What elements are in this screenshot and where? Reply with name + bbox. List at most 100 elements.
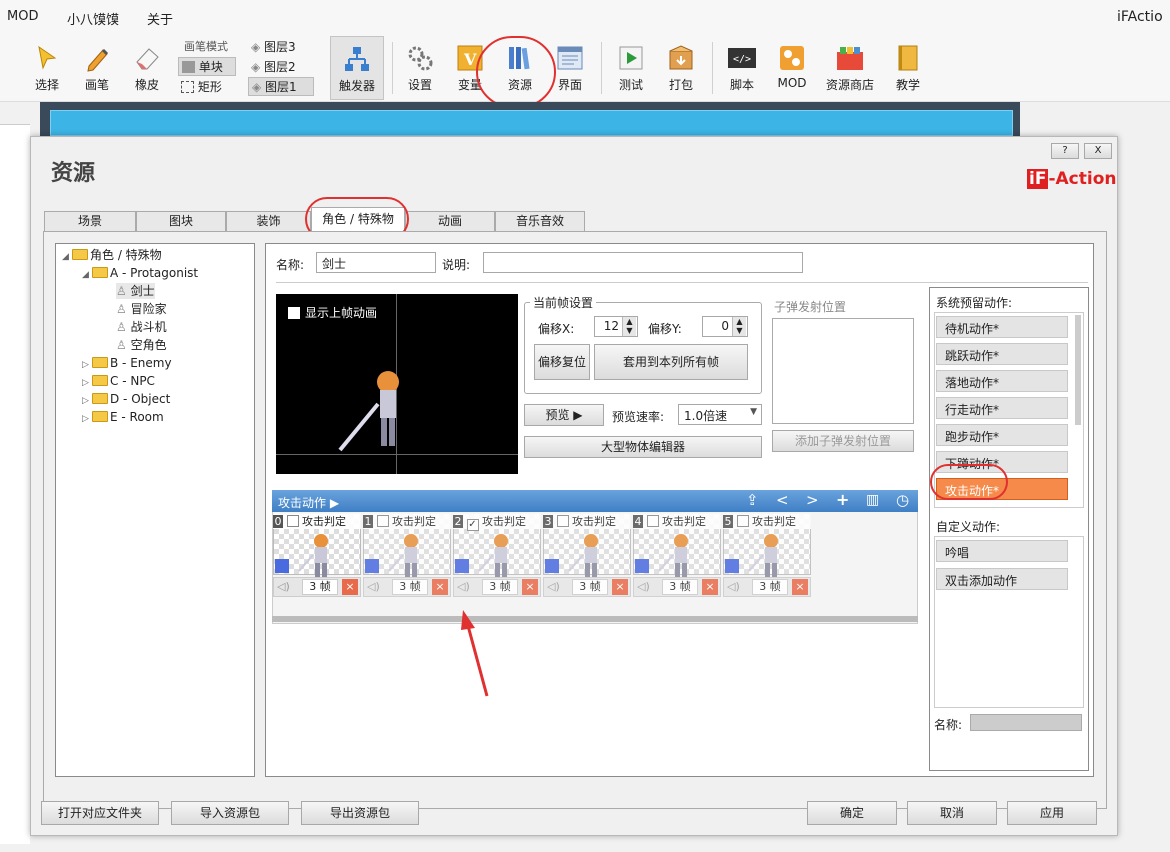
mod-button[interactable]: MOD xyxy=(774,44,810,90)
frame-duration[interactable]: 3 帧 xyxy=(392,579,428,595)
action-name-field[interactable] xyxy=(970,714,1082,731)
timeline-frame[interactable]: 1 攻击判定 ◁) 3 帧 × xyxy=(363,513,451,609)
sound-icon[interactable]: ◁) xyxy=(727,580,740,593)
tree-group-d[interactable]: ▷ D - Object xyxy=(82,391,170,409)
frame-duration[interactable]: 3 帧 xyxy=(482,579,518,595)
system-action-item[interactable]: 待机动作* xyxy=(936,316,1068,338)
delete-frame-icon[interactable]: × xyxy=(612,579,628,595)
timeline-scrollbar[interactable] xyxy=(272,616,918,622)
timeline-frame[interactable]: 4 攻击判定 ◁) 3 帧 × xyxy=(633,513,721,609)
frame-duration[interactable]: 3 帧 xyxy=(662,579,698,595)
delete-frame-icon[interactable]: × xyxy=(522,579,538,595)
store-button[interactable]: 资源商店 xyxy=(824,44,876,93)
rect-mode-button[interactable]: 矩形 xyxy=(178,78,236,96)
tab-tiles[interactable]: 图块 xyxy=(136,211,226,231)
close-button[interactable]: X xyxy=(1084,143,1112,159)
preview-play-button[interactable]: 预览 ▶ xyxy=(524,404,604,426)
teach-button[interactable]: 教学 xyxy=(890,44,926,93)
tree-item-swordsman[interactable]: ♙ 剑士 xyxy=(116,283,155,299)
frame-duration[interactable]: 3 帧 xyxy=(302,579,338,595)
sound-icon[interactable]: ◁) xyxy=(547,580,560,593)
trash-icon[interactable]: ▥ xyxy=(866,492,879,508)
sound-icon[interactable]: ◁) xyxy=(367,580,380,593)
apply-all-frames-button[interactable]: 套用到本列所有帧 xyxy=(594,344,748,380)
trigger-button[interactable]: 触发器 xyxy=(330,36,384,100)
delete-frame-icon[interactable]: × xyxy=(702,579,718,595)
frame-duration[interactable]: 3 帧 xyxy=(572,579,608,595)
bullet-position-list[interactable] xyxy=(772,318,914,424)
sound-icon[interactable]: ◁) xyxy=(637,580,650,593)
tab-audio[interactable]: 音乐音效 xyxy=(495,211,585,231)
menu-about[interactable]: 关于 xyxy=(147,9,173,28)
settings-button[interactable]: 设置 xyxy=(403,44,437,93)
delete-frame-icon[interactable]: × xyxy=(432,579,448,595)
eraser-tool-button[interactable]: 橡皮 xyxy=(130,44,164,93)
import-button[interactable]: 导入资源包 xyxy=(171,801,289,825)
hit-check-checkbox[interactable]: ✓ xyxy=(466,519,479,531)
tree-group-c[interactable]: ▷ C - NPC xyxy=(82,373,155,391)
ok-button[interactable]: 确定 xyxy=(807,801,897,825)
system-action-item[interactable]: 行走动作* xyxy=(936,397,1068,419)
timeline-frame[interactable]: 5 攻击判定 ◁) 3 帧 × xyxy=(723,513,811,609)
select-tool-button[interactable]: 选择 xyxy=(30,44,64,93)
show-prev-frame-checkbox[interactable]: 显示上帧动画 xyxy=(288,304,377,321)
hit-check-checkbox[interactable] xyxy=(556,515,569,527)
tree-group-a[interactable]: ◢ A - Protagonist xyxy=(82,265,198,283)
tree-group-e[interactable]: ▷ E - Room xyxy=(82,409,164,427)
apply-button[interactable]: 应用 xyxy=(1007,801,1097,825)
prev-icon[interactable]: < xyxy=(776,491,789,509)
menu-mod[interactable]: MOD xyxy=(7,9,38,24)
export-icon[interactable]: ⇪ xyxy=(746,491,759,509)
ui-button[interactable]: 界面 xyxy=(553,44,587,93)
layer1-button[interactable]: ◈ 图层1 xyxy=(248,77,314,96)
tab-animation[interactable]: 动画 xyxy=(405,211,495,231)
test-button[interactable]: 测试 xyxy=(614,44,648,93)
layer2-button[interactable]: ◈ 图层2 xyxy=(248,58,314,75)
hit-check-checkbox[interactable] xyxy=(736,515,749,527)
name-field[interactable]: 剑士 xyxy=(316,252,436,273)
tab-decor[interactable]: 装饰 xyxy=(226,211,311,231)
desc-field[interactable] xyxy=(483,252,803,273)
timeline-frame[interactable]: 0 攻击判定 ◁) 3 帧 × xyxy=(273,513,361,609)
sound-icon[interactable]: ◁) xyxy=(457,580,470,593)
single-block-button[interactable]: 单块 xyxy=(178,57,236,76)
export-button[interactable]: 导出资源包 xyxy=(301,801,419,825)
layer3-button[interactable]: ◈ 图层3 xyxy=(248,38,314,55)
tab-scene[interactable]: 场景 xyxy=(44,211,136,231)
hit-check-checkbox[interactable] xyxy=(286,515,299,527)
next-icon[interactable]: > xyxy=(806,491,819,509)
brush-tool-button[interactable]: 画笔 xyxy=(80,44,114,93)
system-action-item[interactable]: 落地动作* xyxy=(936,370,1068,392)
cancel-button[interactable]: 取消 xyxy=(907,801,997,825)
delete-frame-icon[interactable]: × xyxy=(342,579,358,595)
timer-icon[interactable]: ◷ xyxy=(896,491,909,509)
scrollbar[interactable] xyxy=(1075,315,1081,425)
timeline-frame[interactable]: 2 ✓ 攻击判定 ◁) 3 帧 × xyxy=(453,513,541,609)
help-button[interactable]: ? xyxy=(1051,143,1079,159)
sound-icon[interactable]: ◁) xyxy=(277,580,290,593)
tree-root[interactable]: ◢ 角色 / 特殊物 xyxy=(62,247,162,265)
add-icon[interactable]: + xyxy=(836,490,849,509)
menu-xiaoba[interactable]: 小八馍馍 xyxy=(67,9,119,28)
delete-frame-icon[interactable]: × xyxy=(792,579,808,595)
hit-check-checkbox[interactable] xyxy=(646,515,659,527)
frame-duration[interactable]: 3 帧 xyxy=(752,579,788,595)
timeline-frame[interactable]: 3 攻击判定 ◁) 3 帧 × xyxy=(543,513,631,609)
add-action-hint[interactable]: 双击添加动作 xyxy=(936,568,1068,590)
pack-button[interactable]: 打包 xyxy=(664,44,698,93)
timeline-title[interactable]: 攻击动作 ▶ xyxy=(278,494,339,511)
big-object-editor-button[interactable]: 大型物体编辑器 xyxy=(524,436,762,458)
tree-item-adventurer[interactable]: ♙ 冒险家 xyxy=(116,301,167,317)
script-button[interactable]: </> 脚本 xyxy=(724,44,760,93)
speed-select[interactable]: 1.0倍速 ▼ xyxy=(678,404,762,425)
offset-reset-button[interactable]: 偏移复位 xyxy=(534,344,590,380)
system-action-item[interactable]: 跳跃动作* xyxy=(936,343,1068,365)
system-action-item[interactable]: 跑步动作* xyxy=(936,424,1068,446)
offset-y-spinner[interactable]: ▲ ▼ xyxy=(732,317,746,336)
tree-item-empty[interactable]: ♙ 空角色 xyxy=(116,337,167,353)
tree-item-fighter[interactable]: ♙ 战斗机 xyxy=(116,319,167,335)
custom-action-chant[interactable]: 吟唱 xyxy=(936,540,1068,562)
open-folder-button[interactable]: 打开对应文件夹 xyxy=(41,801,159,825)
tree-group-b[interactable]: ▷ B - Enemy xyxy=(82,355,172,373)
offset-x-spinner[interactable]: ▲ ▼ xyxy=(622,317,636,336)
